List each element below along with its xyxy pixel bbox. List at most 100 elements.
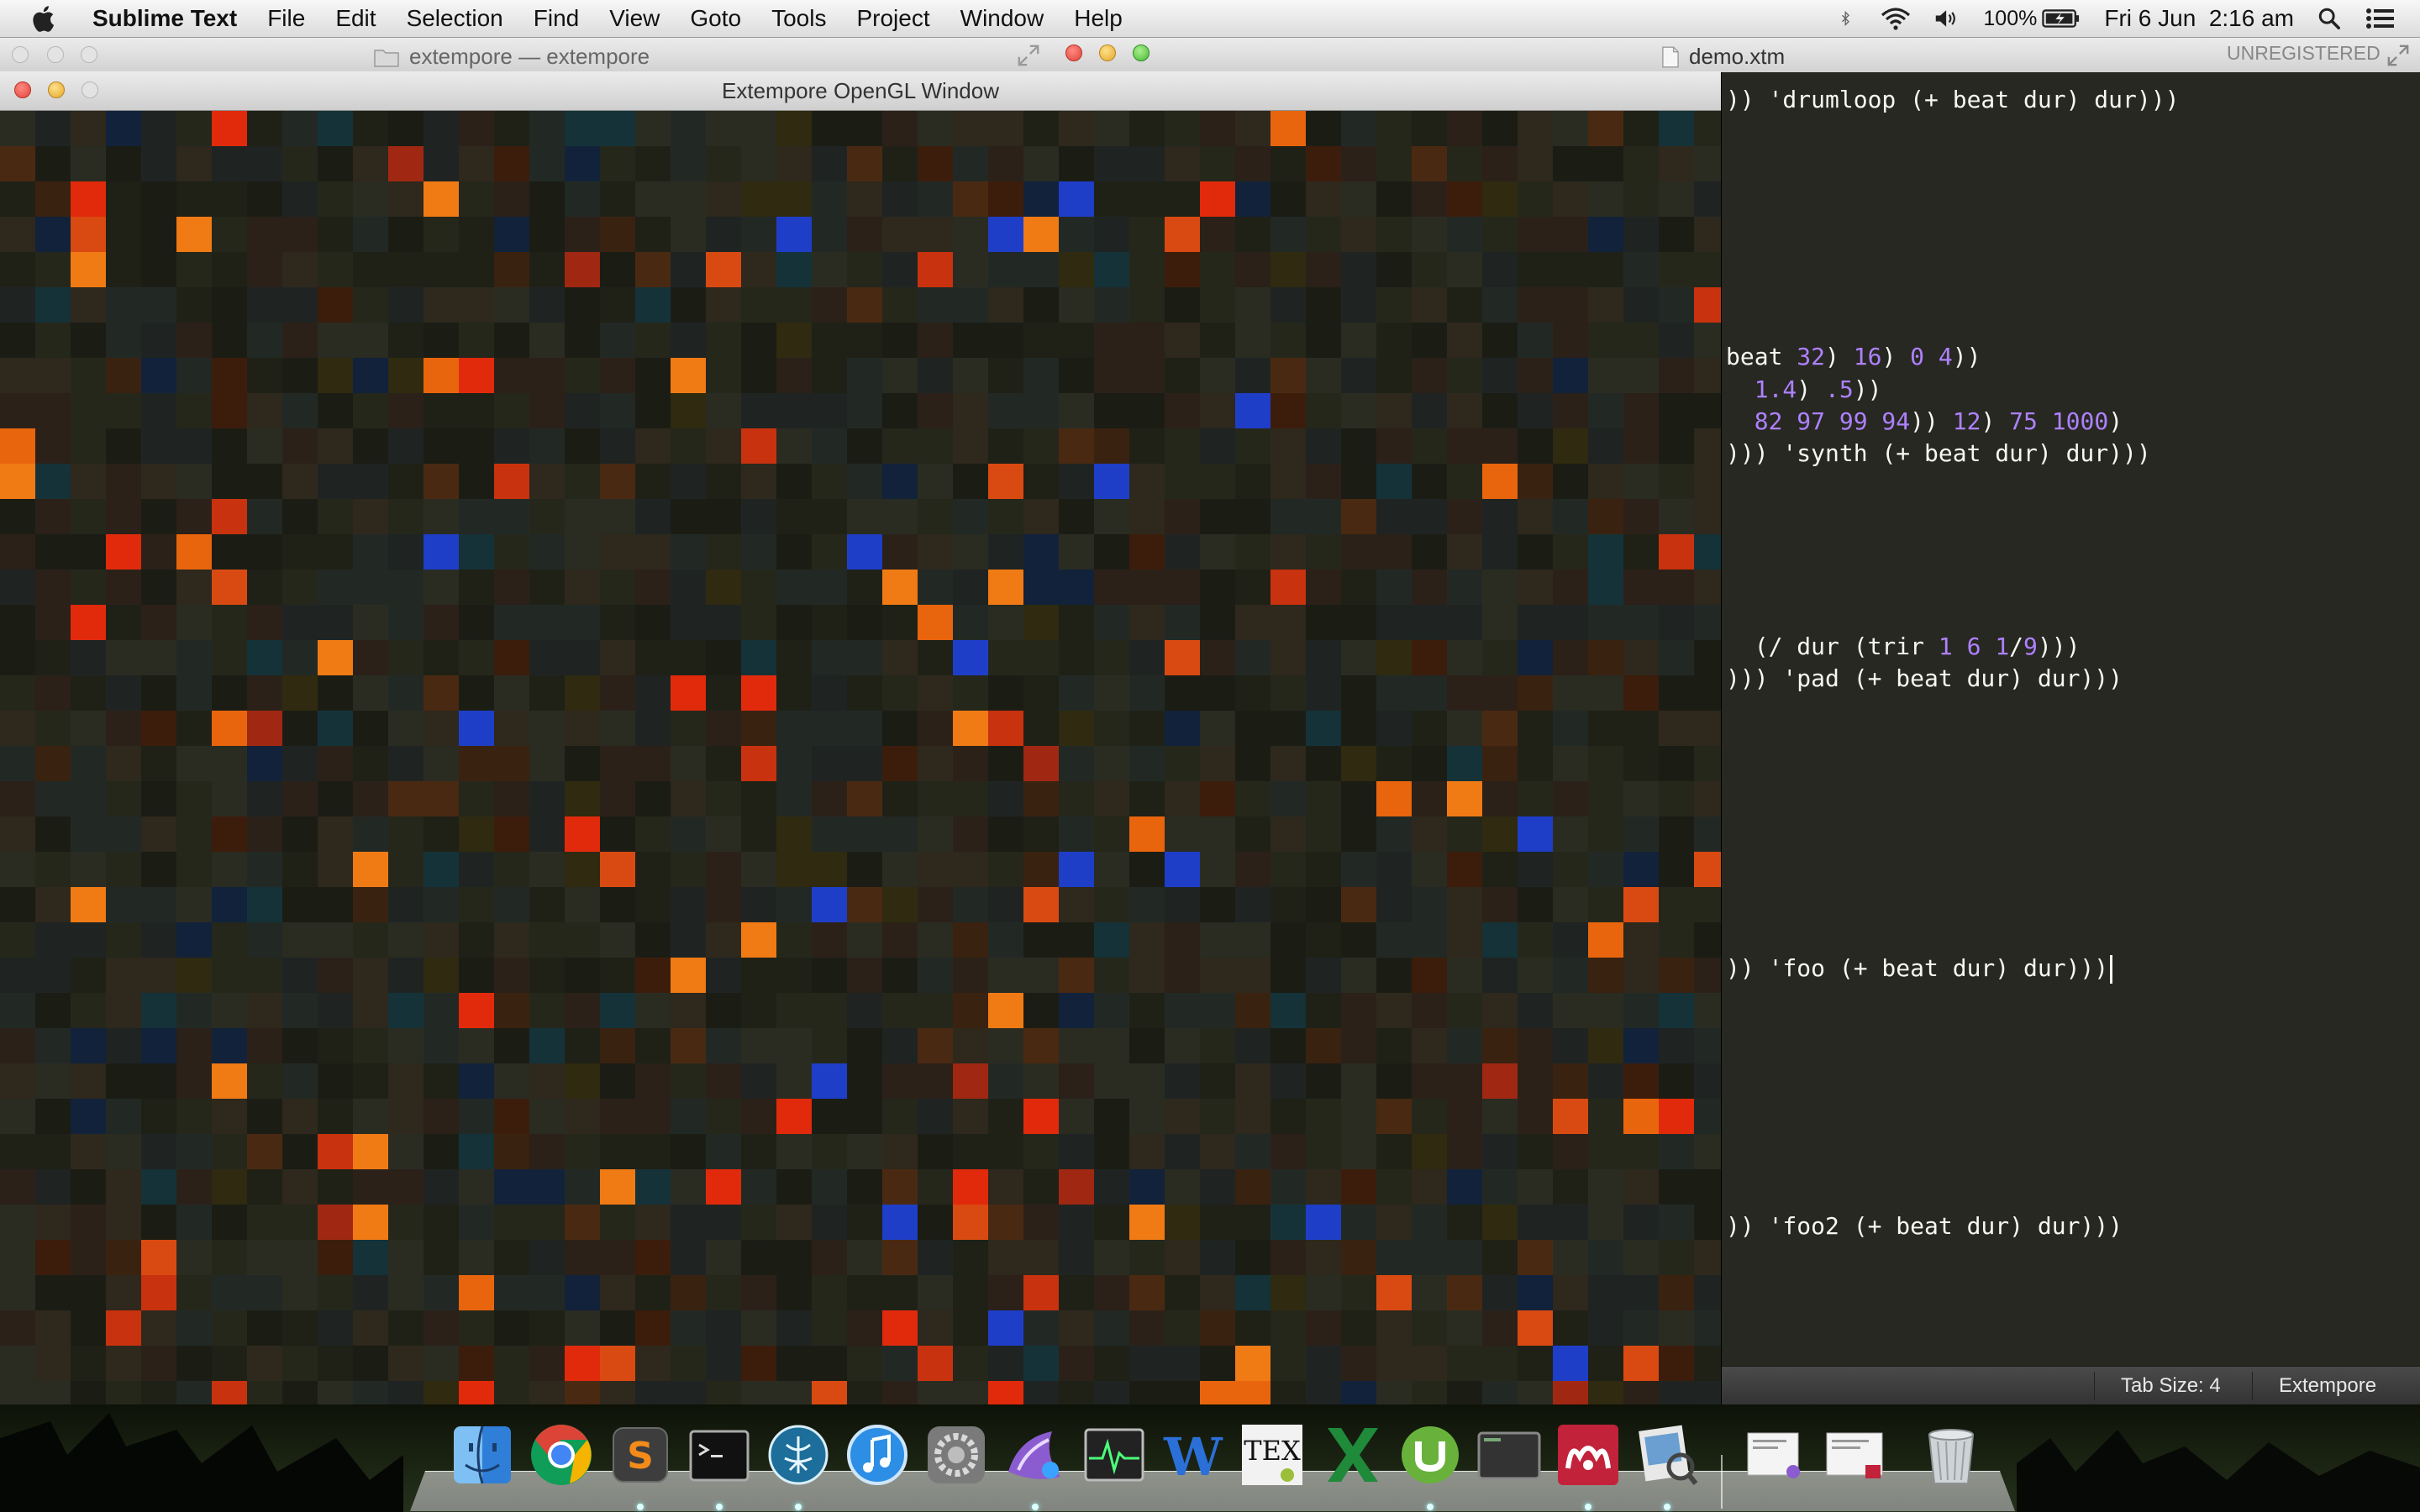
word-icon[interactable]: W <box>1158 1420 1228 1490</box>
zoom-button[interactable] <box>1133 45 1150 61</box>
code-line[interactable]: ))) 'pad (+ beat dur) dur))) <box>1726 664 2123 692</box>
menu-selection[interactable]: Selection <box>407 5 503 32</box>
spotlight-icon[interactable] <box>2317 7 2341 30</box>
code-line[interactable]: (/ dur (trir 1 6 1/9))) <box>1726 633 2081 660</box>
volume-icon[interactable] <box>1934 7 1960 30</box>
menu-tools[interactable]: Tools <box>771 5 826 32</box>
transmit-icon[interactable] <box>1000 1420 1071 1510</box>
fullscreen-icon[interactable] <box>1017 44 1040 67</box>
itunes-icon[interactable] <box>842 1420 913 1490</box>
grid-cell <box>353 323 388 358</box>
fullscreen-icon[interactable] <box>2386 44 2410 67</box>
excel-icon[interactable] <box>1316 1420 1386 1490</box>
bluetooth-icon[interactable] <box>1840 7 1857 30</box>
menu-goto[interactable]: Goto <box>690 5 741 32</box>
minimize-button[interactable] <box>47 46 64 63</box>
grid-cell <box>1165 1275 1200 1310</box>
grid-cell <box>388 181 424 217</box>
grid-cell <box>1412 1134 1447 1169</box>
code-line[interactable]: 82 97 99 94)) 12) 75 1000) <box>1726 407 2123 435</box>
terminal-icon[interactable] <box>684 1420 755 1510</box>
grid-cell <box>71 1275 106 1310</box>
tab-size-selector[interactable]: Tab Size: 4 <box>2121 1367 2221 1405</box>
grid-cell <box>1694 1063 1721 1099</box>
mendeley-icon[interactable] <box>1553 1420 1623 1510</box>
grid-cell <box>529 993 565 1028</box>
grid-cell <box>1129 111 1165 146</box>
grid-cell <box>671 852 706 887</box>
grid-cell <box>494 323 529 358</box>
trash-icon[interactable] <box>1916 1420 1986 1490</box>
grid-cell <box>424 887 459 922</box>
grid-cell <box>1412 1099 1447 1134</box>
notification-center-icon[interactable] <box>2365 7 2396 30</box>
grid-cell <box>0 816 35 852</box>
close-button[interactable] <box>14 81 31 98</box>
grid-cell <box>1412 887 1447 922</box>
window-title: Extempore OpenGL Window <box>722 78 999 103</box>
grid-cell <box>600 816 635 852</box>
activity-monitor-icon[interactable] <box>1079 1420 1150 1490</box>
system-preferences-icon[interactable] <box>921 1420 992 1490</box>
menubar-clock[interactable]: Fri 6 Jun 2:16 am <box>2104 5 2294 32</box>
menu-project[interactable]: Project <box>856 5 929 32</box>
grid-cell <box>847 816 882 852</box>
document-stack-icon[interactable] <box>1741 1420 1812 1490</box>
grid-cell <box>1129 993 1165 1028</box>
sublime-text-icon[interactable]: S <box>605 1420 676 1510</box>
brain-app-icon[interactable] <box>763 1420 834 1510</box>
finder-icon[interactable] <box>447 1420 518 1490</box>
grid-cell <box>1306 1205 1341 1240</box>
grid-cell <box>1306 1063 1341 1099</box>
menu-window[interactable]: Window <box>960 5 1044 32</box>
console-icon[interactable] <box>1474 1420 1544 1490</box>
menu-file[interactable]: File <box>267 5 305 32</box>
close-button[interactable] <box>1065 45 1082 61</box>
menu-edit[interactable]: Edit <box>335 5 376 32</box>
grid-cell <box>1447 181 1482 217</box>
code-line[interactable]: )) 'drumloop (+ beat dur) dur))) <box>1726 86 2179 113</box>
grid-cell <box>741 287 776 323</box>
code-line[interactable]: beat 32) 16) 0 4)) <box>1726 343 1981 370</box>
zoom-button[interactable] <box>81 46 97 63</box>
grid-cell <box>318 922 353 958</box>
code-line[interactable]: )) 'foo (+ beat dur) dur))) <box>1726 954 2113 984</box>
grid-cell <box>776 534 812 570</box>
battery-icon[interactable] <box>2042 7 2081 30</box>
chrome-icon[interactable] <box>526 1420 597 1490</box>
code-editor[interactable]: )) 'drumloop (+ beat dur) dur))) beat 32)… <box>1721 72 2420 1366</box>
grid-cell <box>1623 1381 1659 1404</box>
syntax-selector[interactable]: Extempore <box>2279 1367 2376 1405</box>
minimize-button[interactable] <box>48 81 65 98</box>
grid-cell <box>388 781 424 816</box>
preview-icon[interactable] <box>1632 1420 1702 1510</box>
menu-app-name[interactable]: Sublime Text <box>92 5 237 32</box>
grid-cell <box>424 640 459 675</box>
grid-cell <box>1235 993 1270 1028</box>
code-line[interactable]: )) 'foo2 (+ beat dur) dur))) <box>1726 1212 2123 1240</box>
opengl-canvas[interactable] <box>0 111 1721 1404</box>
document-stack-icon[interactable] <box>1820 1420 1891 1490</box>
grid-cell <box>953 711 988 746</box>
grid-cell <box>1482 781 1518 816</box>
wifi-icon[interactable] <box>1881 7 1911 30</box>
apple-icon[interactable] <box>30 5 55 32</box>
grid-cell <box>988 958 1023 993</box>
grid-cell <box>247 1099 282 1134</box>
grid-cell <box>1694 464 1721 499</box>
grid-cell <box>953 922 988 958</box>
minimize-button[interactable] <box>1099 45 1116 61</box>
menu-view[interactable]: View <box>609 5 660 32</box>
grid-cell <box>1129 1205 1165 1240</box>
menu-help[interactable]: Help <box>1074 5 1123 32</box>
menu-find[interactable]: Find <box>534 5 579 32</box>
grid-cell <box>1588 605 1623 640</box>
tex-icon[interactable]: TEX <box>1237 1420 1307 1490</box>
code-line[interactable]: ))) 'synth (+ beat dur) dur))) <box>1726 439 2151 467</box>
zoom-button[interactable] <box>82 81 98 98</box>
code-line[interactable]: 1.4) .5)) <box>1726 375 1882 403</box>
utorrent-icon[interactable] <box>1395 1420 1465 1510</box>
grid-cell <box>1447 1381 1482 1404</box>
close-button[interactable] <box>12 46 29 63</box>
grid-cell <box>635 605 671 640</box>
